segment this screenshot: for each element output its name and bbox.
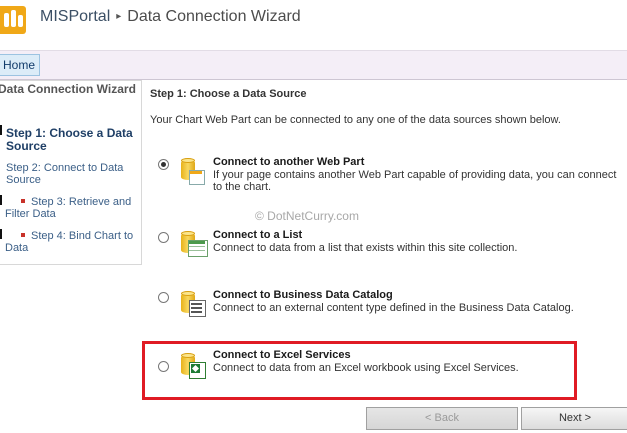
option-description: If your page contains another Web Part c… [213,169,617,193]
nav-step-1[interactable]: Step 1: Choose a Data Source [6,127,138,153]
breadcrumb-separator-icon: ▸ [116,11,122,22]
back-button[interactable]: < Back [366,407,518,430]
nav-step-label: Step 2: Connect to Data Source [6,162,124,186]
radio-web-part[interactable] [158,159,169,170]
wizard-title: Data Connection Wizard [0,82,136,96]
ribbon-bar: Home [0,50,627,80]
option-title: Connect to a List [213,229,303,241]
nav-step-4[interactable]: Step 4: Bind Chart to Data [5,230,137,254]
watermark: © DotNetCurry.com [255,209,359,223]
option-title: Connect to Business Data Catalog [213,289,393,301]
page-title: Data Connection Wizard [127,8,301,25]
step-marker-icon [0,195,2,205]
nav-step-label: Step 1: Choose a Data Source [6,126,133,153]
bullet-icon [21,199,25,203]
option-description: Connect to an external content type defi… [213,302,574,314]
nav-step-2[interactable]: Step 2: Connect to Data Source [6,162,136,186]
site-name-link[interactable]: MISPortal [40,8,110,25]
option-list[interactable]: Connect to a List Connect to data from a… [150,229,627,263]
highlight-box [142,341,577,400]
web-part-database-icon [178,156,208,188]
bullet-icon [21,233,25,237]
active-step-marker-icon [0,125,2,135]
page-header: MISPortal ▸ Data Connection Wizard [0,0,627,50]
option-business-data-catalog[interactable]: Connect to Business Data Catalog Connect… [150,289,627,323]
wizard-step-nav: Data Connection Wizard Step 1: Choose a … [0,80,142,265]
sharepoint-logo-icon[interactable] [0,6,26,34]
radio-business-data-catalog[interactable] [158,292,169,303]
nav-step-3[interactable]: Step 3: Retrieve and Filter Data [5,196,137,220]
step-heading: Step 1: Choose a Data Source [150,88,307,100]
step-marker-icon [0,229,2,239]
tab-home[interactable]: Home [0,54,41,76]
radio-list[interactable] [158,232,169,243]
list-database-icon [178,229,208,261]
bdc-database-icon [178,289,208,321]
option-title: Connect to another Web Part [213,156,365,168]
breadcrumb: MISPortal ▸ Data Connection Wizard [40,8,301,26]
next-button[interactable]: Next > [521,407,627,430]
option-description: Connect to data from a list that exists … [213,242,518,254]
step-description: Your Chart Web Part can be connected to … [150,114,561,126]
option-web-part[interactable]: Connect to another Web Part If your page… [150,156,627,196]
